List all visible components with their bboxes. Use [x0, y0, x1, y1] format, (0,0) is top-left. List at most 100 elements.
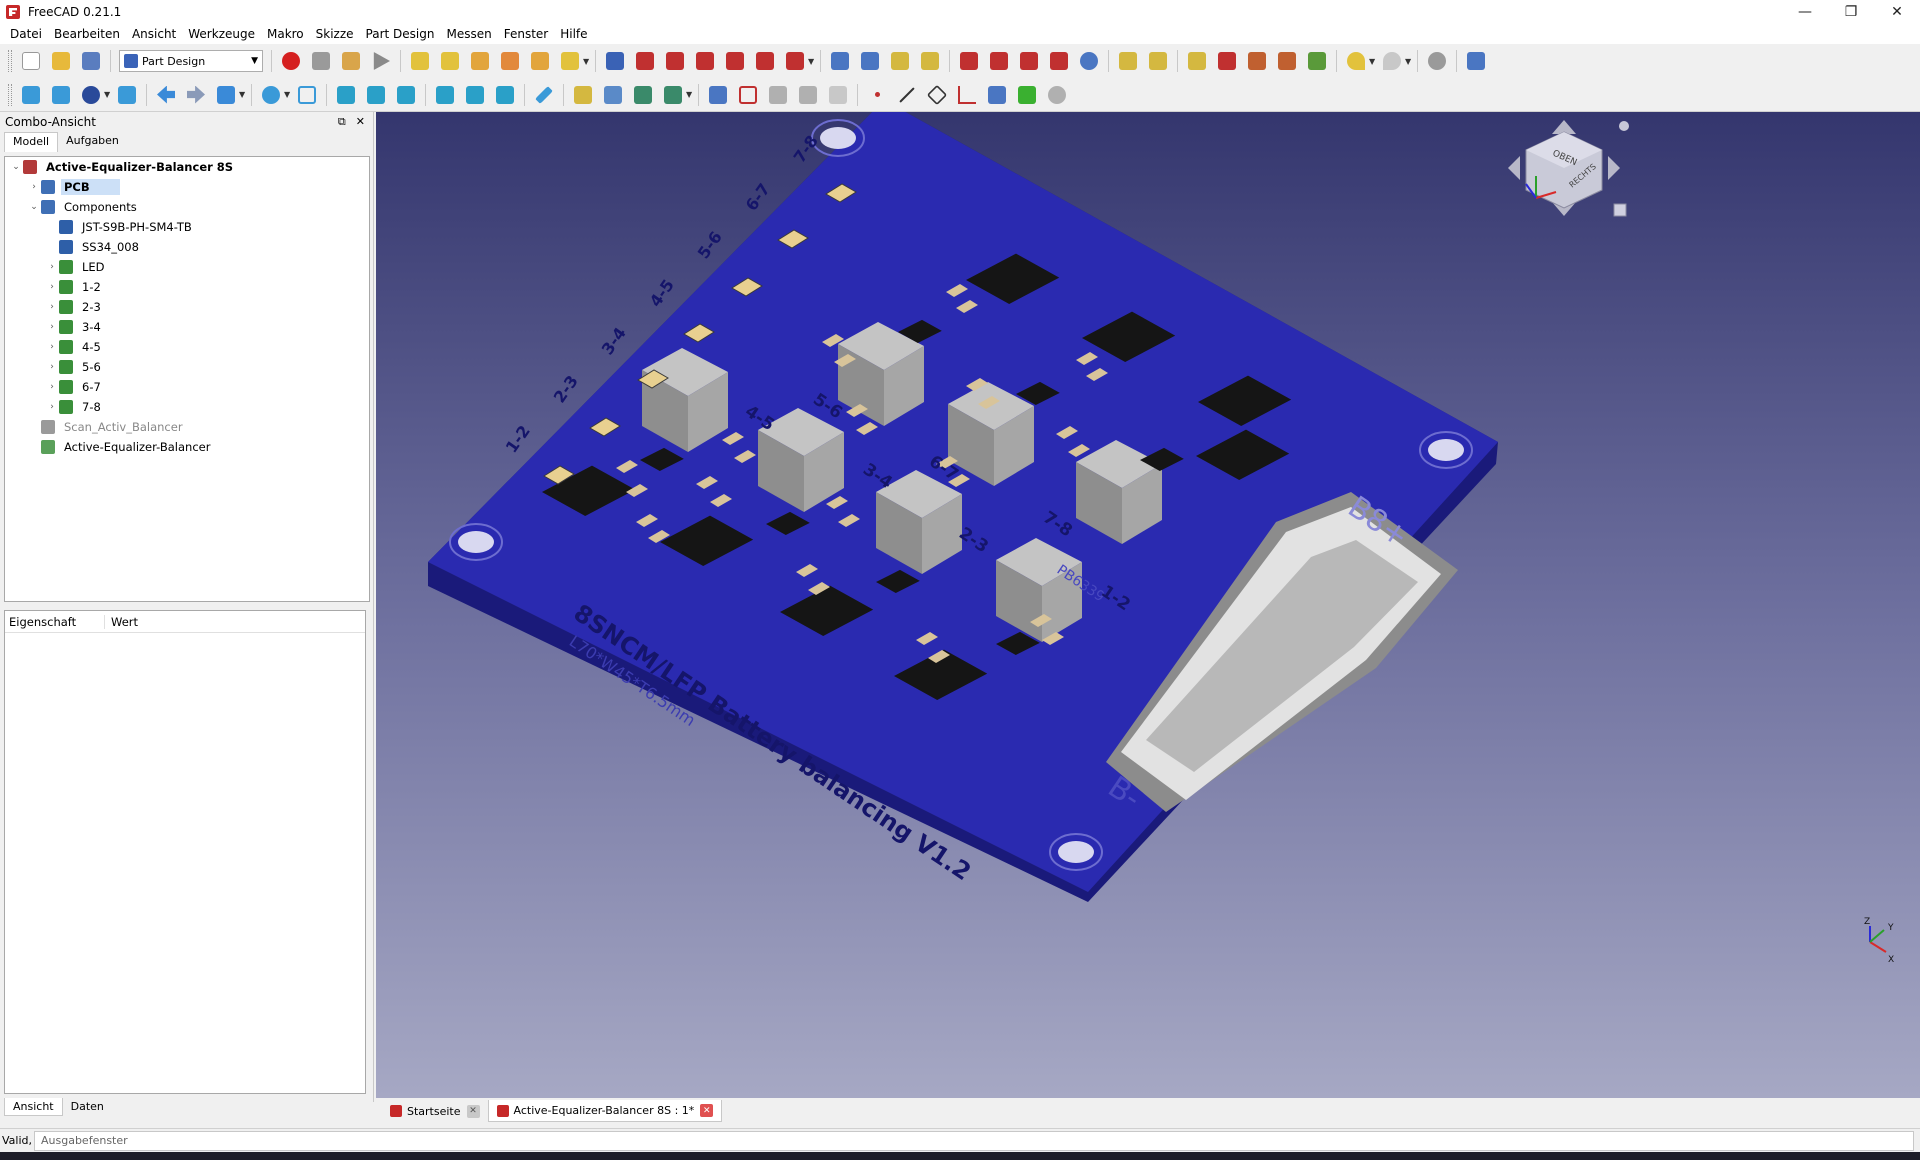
macro-run-button[interactable]	[369, 49, 393, 73]
menu-skizze[interactable]: Skizze	[310, 27, 360, 41]
navigation-cube[interactable]: OBEN RECHTS	[1508, 120, 1629, 217]
minimize-button[interactable]: —	[1782, 0, 1828, 24]
sub-shape-binder-button[interactable]	[826, 83, 850, 107]
addon-green-button[interactable]	[1015, 83, 1039, 107]
addon-grey-button[interactable]	[1045, 83, 1069, 107]
chevron-right-icon[interactable]: ›	[45, 282, 59, 292]
draw-style-button[interactable]	[79, 83, 103, 107]
chevron-down-icon[interactable]: ▼	[104, 90, 112, 99]
subtractive-pipe-button[interactable]	[723, 49, 747, 73]
tree-item-scan-activ-balancer[interactable]: Scan_Activ_Balancer	[5, 417, 369, 437]
chevron-down-icon[interactable]: ▼	[808, 57, 816, 66]
tree-item-ss34-008[interactable]: SS34_008	[5, 237, 369, 257]
pocket-button[interactable]	[603, 49, 627, 73]
clone-button[interactable]	[985, 83, 1009, 107]
restore-button[interactable]: ❐	[1828, 0, 1874, 24]
revolution-button[interactable]	[498, 49, 522, 73]
chevron-down-icon[interactable]: ▼	[1369, 57, 1377, 66]
loft-button[interactable]	[528, 49, 552, 73]
navcube-menu-icon[interactable]	[1619, 121, 1629, 131]
toolbar-grip[interactable]	[8, 83, 12, 106]
fit-selection-button[interactable]	[49, 83, 73, 107]
refresh-button[interactable]	[1425, 49, 1449, 73]
create-part-button[interactable]	[571, 83, 595, 107]
fillet-button[interactable]	[957, 49, 981, 73]
view-front-button[interactable]	[334, 83, 358, 107]
measure-distance-button[interactable]	[532, 83, 556, 107]
view-right-button[interactable]	[394, 83, 418, 107]
measure-linear-button[interactable]	[1116, 49, 1140, 73]
open-document-button[interactable]	[49, 49, 73, 73]
property-column-header[interactable]: Eigenschaft	[5, 614, 105, 629]
value-column-header[interactable]: Wert	[105, 615, 138, 629]
measure-delta-button[interactable]	[1275, 49, 1299, 73]
polar-pattern-button[interactable]	[888, 49, 912, 73]
doc-tab-startseite[interactable]: Startseite ✕	[382, 1100, 488, 1122]
multi-transform-button[interactable]	[918, 49, 942, 73]
view-top-button[interactable]	[364, 83, 388, 107]
fit-all-button[interactable]	[19, 83, 43, 107]
tree-item-7-8[interactable]: › 7-8	[5, 397, 369, 417]
report-view-field[interactable]: Ausgabefenster	[34, 1130, 1914, 1151]
subtractive-helix-button[interactable]	[753, 49, 777, 73]
workbench-selector[interactable]: Part Design ▼	[119, 50, 263, 72]
menu-hilfe[interactable]: Hilfe	[554, 27, 593, 41]
close-tab-icon[interactable]: ✕	[466, 1104, 480, 1118]
chevron-down-icon[interactable]: ▼	[284, 90, 292, 99]
chevron-right-icon[interactable]: ›	[45, 362, 59, 372]
chevron-right-icon[interactable]: ›	[45, 382, 59, 392]
view-back-button[interactable]	[154, 83, 178, 107]
menu-datei[interactable]: Datei	[4, 27, 48, 41]
bounding-box-button[interactable]	[115, 83, 139, 107]
create-body-button-2[interactable]	[706, 83, 730, 107]
view-forward-button[interactable]	[184, 83, 208, 107]
tab-aufgaben[interactable]: Aufgaben	[58, 132, 127, 152]
tab-daten[interactable]: Daten	[63, 1098, 112, 1116]
draft-button[interactable]	[1017, 49, 1041, 73]
chevron-down-icon[interactable]: ⌄	[9, 162, 23, 172]
nav-arrow-right-icon[interactable]	[1608, 156, 1620, 180]
chevron-right-icon[interactable]: ›	[45, 262, 59, 272]
view-isometric-button[interactable]	[295, 83, 319, 107]
model-tree[interactable]: ⌄ Active-Equalizer-Balancer 8S › PCB ⌄ Compon…	[4, 156, 370, 602]
save-document-button[interactable]	[79, 49, 103, 73]
view-bottom-button[interactable]	[463, 83, 487, 107]
menu-part-design[interactable]: Part Design	[360, 27, 441, 41]
chevron-down-icon[interactable]: ▼	[1405, 57, 1413, 66]
zoom-button[interactable]	[259, 83, 283, 107]
menu-werkzeuge[interactable]: Werkzeuge	[182, 27, 261, 41]
chevron-right-icon[interactable]: ›	[45, 302, 59, 312]
toolbar-grip[interactable]	[8, 50, 12, 72]
tab-ansicht[interactable]: Ansicht	[4, 1098, 63, 1116]
validate-sketch-button[interactable]	[766, 83, 790, 107]
close-tab-icon[interactable]: ✕	[700, 1104, 714, 1117]
hole-button[interactable]	[633, 49, 657, 73]
menu-makro[interactable]: Makro	[261, 27, 310, 41]
chevron-down-icon[interactable]: ▼	[583, 57, 591, 66]
3d-viewport[interactable]: 8SNCM/LFP Battery balancing V1.2 L70*W45…	[376, 112, 1920, 1098]
float-panel-icon[interactable]: ⧉	[338, 115, 346, 129]
chevron-down-icon[interactable]: ▼	[239, 90, 247, 99]
macro-stop-button[interactable]	[309, 49, 333, 73]
menu-bearbeiten[interactable]: Bearbeiten	[48, 27, 126, 41]
datum-plane-button[interactable]	[925, 83, 949, 107]
link-actions-button[interactable]	[661, 83, 685, 107]
datum-point-button[interactable]	[865, 83, 889, 107]
subtractive-primitive-button[interactable]	[783, 49, 807, 73]
measure-toggle-button[interactable]	[1245, 49, 1269, 73]
tree-item-2-3[interactable]: › 2-3	[5, 297, 369, 317]
tree-item-1-2[interactable]: › 1-2	[5, 277, 369, 297]
doc-tab-active-equalizer[interactable]: Active-Equalizer-Balancer 8S : 1* ✕	[487, 1100, 723, 1122]
thickness-button[interactable]	[1047, 49, 1071, 73]
chevron-down-icon[interactable]: ▼	[686, 90, 694, 99]
chamfer-button[interactable]	[987, 49, 1011, 73]
close-panel-icon[interactable]: ✕	[356, 115, 365, 129]
subtractive-loft-button[interactable]	[693, 49, 717, 73]
measure-refresh-button[interactable]	[1185, 49, 1209, 73]
create-body-button[interactable]	[408, 49, 432, 73]
chevron-right-icon[interactable]: ›	[45, 342, 59, 352]
undo-button[interactable]	[1344, 49, 1368, 73]
menu-fenster[interactable]: Fenster	[498, 27, 555, 41]
chevron-down-icon[interactable]: ⌄	[27, 202, 41, 212]
measure-angular-button[interactable]	[1146, 49, 1170, 73]
